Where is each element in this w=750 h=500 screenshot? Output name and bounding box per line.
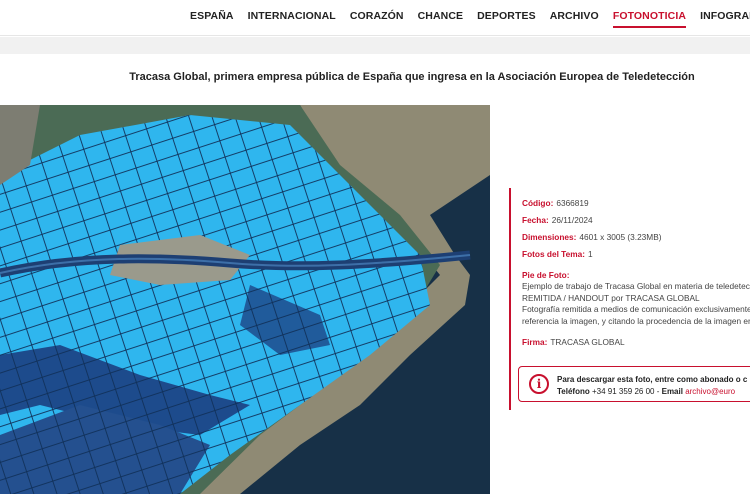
nav-item-deportes[interactable]: DEPORTES bbox=[477, 10, 536, 28]
nav-item-infografías[interactable]: INFOGRAFÍAS bbox=[700, 10, 750, 28]
grey-band bbox=[0, 37, 750, 54]
contact-line: Teléfono +34 91 359 26 00 - Email archiv… bbox=[557, 387, 736, 396]
fotos-row: Fotos del Tema: 1 bbox=[522, 249, 593, 259]
caption-line: Fotografía remitida a medios de comunica… bbox=[522, 304, 750, 314]
nav-item-internacional[interactable]: INTERNACIONAL bbox=[248, 10, 336, 28]
satellite-photo[interactable] bbox=[0, 105, 490, 494]
caption-line: referencia la imagen, y citando la proce… bbox=[522, 315, 750, 326]
flood-map-image bbox=[0, 105, 490, 494]
photo-caption: Pie de Foto: Ejemplo de trabajo de Traca… bbox=[522, 270, 750, 326]
nav-item-españa[interactable]: ESPAÑA bbox=[190, 10, 234, 28]
download-box[interactable]: i Para descargar esta foto, entre como a… bbox=[518, 366, 750, 402]
nav-item-corazón[interactable]: CORAZÓN bbox=[350, 10, 404, 28]
nav-list: ESPAÑA INTERNACIONAL CORAZÓN CHANCE DEPORTES… bbox=[190, 10, 750, 28]
nav-item-chance[interactable]: CHANCE bbox=[418, 10, 464, 28]
firma-row: Firma: TRACASA GLOBAL bbox=[522, 337, 625, 347]
caption-line: REMITIDA / HANDOUT por TRACASA GLOBAL bbox=[522, 292, 700, 303]
email-link[interactable]: archivo@euro bbox=[685, 387, 735, 396]
info-icon: i bbox=[529, 374, 549, 394]
top-navigation: ESPAÑA INTERNACIONAL CORAZÓN CHANCE DEPORTES… bbox=[0, 0, 750, 36]
nav-item-fotonoticia[interactable]: FOTONOTICIA bbox=[612, 10, 687, 28]
caption-line: Ejemplo de trabajo de Tracasa Global en … bbox=[522, 281, 750, 291]
nav-item-archivo[interactable]: ARCHIVO bbox=[550, 10, 599, 28]
dimensiones-row: Dimensiones: 4601 x 3005 (3.23MB) bbox=[522, 232, 662, 242]
article-title: Tracasa Global, primera empresa pública … bbox=[129, 71, 695, 83]
codigo-row: Código: 6366819 bbox=[522, 198, 589, 208]
download-message: Para descargar esta foto, entre como abo… bbox=[557, 375, 748, 384]
phone-number[interactable]: +34 91 359 26 00 bbox=[592, 387, 655, 396]
fecha-row: Fecha: 26/11/2024 bbox=[522, 215, 593, 225]
